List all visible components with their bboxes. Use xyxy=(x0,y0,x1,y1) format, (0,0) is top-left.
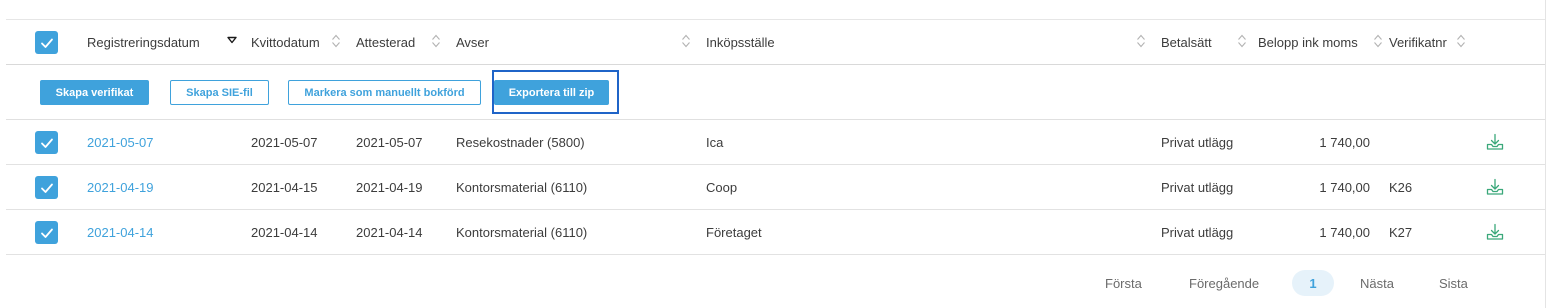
sort-icon[interactable] xyxy=(1136,34,1146,48)
column-header-inkopsstalle[interactable]: Inköpsställe xyxy=(706,20,775,65)
belopp-cell: 1 740,00 xyxy=(1319,135,1370,150)
table-row[interactable]: 2021-04-19 2021-04-15 2021-04-19 Kontors… xyxy=(6,165,1545,210)
skapa-verifikat-button[interactable]: Skapa verifikat xyxy=(40,80,149,105)
pagination-current-page[interactable]: 1 xyxy=(1292,270,1334,296)
download-tray-icon[interactable] xyxy=(1486,133,1504,151)
sort-icon[interactable] xyxy=(681,34,691,48)
belopp-cell: 1 740,00 xyxy=(1319,225,1370,240)
table-header: Registreringsdatum Kvittodatum Attestera… xyxy=(6,20,1545,65)
markera-manuellt-bokford-button[interactable]: Markera som manuellt bokförd xyxy=(288,80,481,105)
verifikatnr-cell: K27 xyxy=(1389,225,1413,240)
select-all-checkbox[interactable] xyxy=(35,31,58,54)
inkopsstalle-cell: Ica xyxy=(706,135,724,150)
download-tray-icon[interactable] xyxy=(1486,178,1504,196)
column-header-attesterad[interactable]: Attesterad xyxy=(356,20,415,65)
avser-cell: Kontorsmaterial (6110) xyxy=(456,225,588,240)
table-row[interactable]: 2021-05-07 2021-05-07 2021-05-07 Resekos… xyxy=(6,120,1545,165)
checkmark-icon xyxy=(40,183,53,193)
registreringsdatum-link[interactable]: 2021-04-14 xyxy=(87,210,154,255)
skapa-sie-fil-button[interactable]: Skapa SIE-fil xyxy=(170,80,269,105)
row-checkbox[interactable] xyxy=(35,221,58,244)
attesterad-cell: 2021-05-07 xyxy=(356,135,423,150)
column-header-avser[interactable]: Avser xyxy=(456,20,489,65)
right-divider xyxy=(1545,0,1546,308)
checkmark-icon xyxy=(40,228,53,238)
sort-icon[interactable] xyxy=(1456,34,1466,48)
pagination-previous[interactable]: Föregående xyxy=(1189,270,1259,296)
betalsatt-cell: Privat utlägg xyxy=(1161,135,1234,150)
sort-icon[interactable] xyxy=(1237,34,1247,48)
belopp-cell: 1 740,00 xyxy=(1319,180,1370,195)
pagination-next[interactable]: Nästa xyxy=(1360,270,1394,296)
row-checkbox[interactable] xyxy=(35,131,58,154)
column-header-verifikatnr[interactable]: Verifikatnr xyxy=(1389,20,1447,65)
column-header-betalsatt[interactable]: Betalsätt xyxy=(1161,20,1212,65)
attesterad-cell: 2021-04-14 xyxy=(356,225,423,240)
kvittodatum-cell: 2021-05-07 xyxy=(251,135,318,150)
column-header-belopp[interactable]: Belopp ink moms xyxy=(1258,20,1358,65)
column-header-kvittodatum[interactable]: Kvittodatum xyxy=(251,20,320,65)
table-row[interactable]: 2021-04-14 2021-04-14 2021-04-14 Kontors… xyxy=(6,210,1545,255)
betalsatt-cell: Privat utlägg xyxy=(1161,180,1234,195)
focus-highlight xyxy=(492,70,619,114)
inkopsstalle-cell: Coop xyxy=(706,180,738,195)
sort-icon[interactable] xyxy=(331,34,341,48)
registreringsdatum-link[interactable]: 2021-05-07 xyxy=(87,120,154,165)
checkmark-icon xyxy=(40,138,53,148)
kvittodatum-cell: 2021-04-15 xyxy=(251,180,318,195)
registreringsdatum-link[interactable]: 2021-04-19 xyxy=(87,165,154,210)
betalsatt-cell: Privat utlägg xyxy=(1161,225,1234,240)
sort-icon[interactable] xyxy=(1373,34,1383,48)
sort-icon[interactable] xyxy=(431,34,441,48)
column-header-registreringsdatum[interactable]: Registreringsdatum xyxy=(87,20,200,65)
bulk-action-bar: Skapa verifikat Skapa SIE-fil Markera so… xyxy=(6,66,1545,120)
pagination-last[interactable]: Sista xyxy=(1439,270,1468,296)
verifikatnr-cell: K26 xyxy=(1389,180,1413,195)
pagination-first[interactable]: Första xyxy=(1105,270,1142,296)
attesterad-cell: 2021-04-19 xyxy=(356,180,423,195)
avser-cell: Resekostnader (5800) xyxy=(456,135,585,150)
kvittodatum-cell: 2021-04-14 xyxy=(251,225,318,240)
download-tray-icon[interactable] xyxy=(1486,223,1504,241)
sort-desc-icon[interactable] xyxy=(227,36,237,50)
inkopsstalle-cell: Företaget xyxy=(706,225,762,240)
row-checkbox[interactable] xyxy=(35,176,58,199)
checkmark-icon xyxy=(40,38,53,48)
avser-cell: Kontorsmaterial (6110) xyxy=(456,180,588,195)
